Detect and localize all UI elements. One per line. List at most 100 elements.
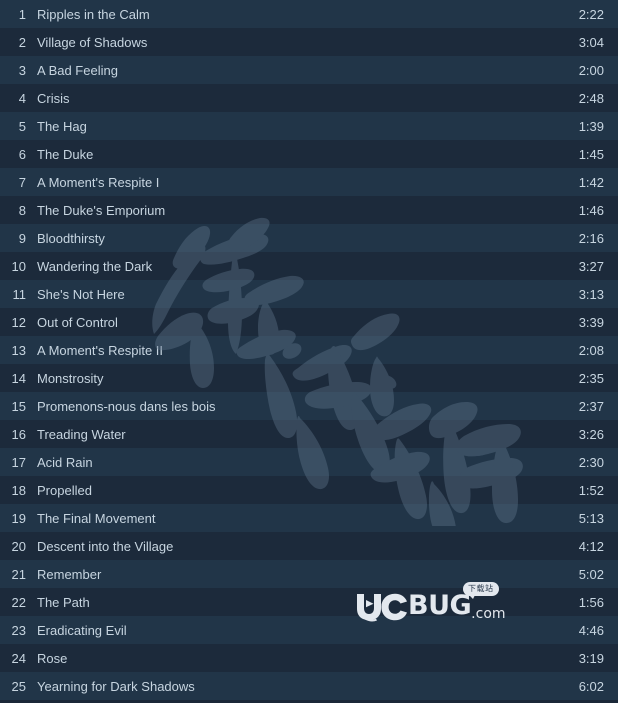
track-duration: 2:48 [578, 90, 604, 106]
track-duration: 2:22 [578, 6, 604, 22]
track-number: 18 [11, 482, 26, 498]
track-number: 1 [18, 6, 26, 22]
track-rows: 1 Ripples in the Calm 2:22 2 Village of Shad… [0, 0, 618, 700]
track-duration: 1:46 [578, 202, 604, 218]
track-row[interactable]: 17 Acid Rain 2:30 [0, 448, 618, 476]
track-title: Monstrosity [37, 370, 104, 386]
track-duration: 4:46 [578, 622, 604, 638]
track-number: 9 [18, 230, 26, 246]
track-row[interactable]: 14 Monstrosity 2:35 [0, 364, 618, 392]
track-number: 5 [18, 118, 26, 134]
track-row[interactable]: 24 Rose 3:19 [0, 644, 618, 672]
track-number: 15 [11, 398, 26, 414]
track-duration: 1:45 [578, 146, 604, 162]
track-title: The Hag [37, 118, 87, 134]
track-listing-panel: 1 Ripples in the Calm 2:22 2 Village of Shad… [0, 0, 618, 703]
track-number: 3 [18, 62, 26, 78]
track-title: The Final Movement [37, 510, 156, 526]
track-title: A Moment's Respite II [37, 342, 164, 358]
track-row[interactable]: 22 The Path 1:56 [0, 588, 618, 616]
track-title: The Path [37, 594, 90, 610]
track-title: Wandering the Dark [37, 258, 153, 274]
track-row[interactable]: 18 Propelled 1:52 [0, 476, 618, 504]
track-duration: 2:30 [578, 454, 604, 470]
track-title: Remember [37, 566, 102, 582]
track-row[interactable]: 2 Village of Shadows 3:04 [0, 28, 618, 56]
track-duration: 1:52 [578, 482, 604, 498]
track-number: 19 [11, 510, 26, 526]
track-duration: 1:56 [578, 594, 604, 610]
track-row[interactable]: 13 A Moment's Respite II 2:08 [0, 336, 618, 364]
track-duration: 3:26 [578, 426, 604, 442]
track-number: 14 [11, 370, 26, 386]
track-duration: 3:04 [578, 34, 604, 50]
track-row[interactable]: 4 Crisis 2:48 [0, 84, 618, 112]
track-number: 10 [11, 258, 26, 274]
track-row[interactable]: 15 Promenons-nous dans les bois 2:37 [0, 392, 618, 420]
track-title: Ripples in the Calm [37, 6, 150, 22]
track-title: Yearning for Dark Shadows [37, 678, 195, 694]
track-title: Eradicating Evil [37, 622, 127, 638]
track-duration: 1:39 [578, 118, 604, 134]
track-title: Treading Water [37, 426, 126, 442]
track-number: 12 [11, 314, 26, 330]
track-row[interactable]: 1 Ripples in the Calm 2:22 [0, 0, 618, 28]
track-row[interactable]: 21 Remember 5:02 [0, 560, 618, 588]
track-row[interactable]: 6 The Duke 1:45 [0, 140, 618, 168]
track-row[interactable]: 19 The Final Movement 5:13 [0, 504, 618, 532]
track-duration: 3:39 [578, 314, 604, 330]
track-duration: 4:12 [578, 538, 604, 554]
track-duration: 3:27 [578, 258, 604, 274]
track-number: 16 [11, 426, 26, 442]
track-number: 2 [18, 34, 26, 50]
track-duration: 1:42 [578, 174, 604, 190]
track-number: 7 [18, 174, 26, 190]
track-row[interactable]: 25 Yearning for Dark Shadows 6:02 [0, 672, 618, 700]
track-row[interactable]: 20 Descent into the Village 4:12 [0, 532, 618, 560]
track-title: The Duke [37, 146, 94, 162]
track-duration: 2:08 [578, 342, 604, 358]
track-duration: 3:19 [578, 650, 604, 666]
track-title: Rose [37, 650, 68, 666]
track-duration: 3:13 [578, 286, 604, 302]
track-row[interactable]: 5 The Hag 1:39 [0, 112, 618, 140]
track-number: 4 [18, 90, 26, 106]
track-title: Propelled [37, 482, 92, 498]
track-number: 13 [11, 342, 26, 358]
track-title: The Duke's Emporium [37, 202, 166, 218]
track-duration: 2:37 [578, 398, 604, 414]
track-number: 25 [11, 678, 26, 694]
track-row[interactable]: 11 She's Not Here 3:13 [0, 280, 618, 308]
track-row[interactable]: 12 Out of Control 3:39 [0, 308, 618, 336]
track-number: 21 [11, 566, 26, 582]
track-title: A Bad Feeling [37, 62, 118, 78]
track-title: Descent into the Village [37, 538, 174, 554]
track-title: Acid Rain [37, 454, 93, 470]
track-number: 20 [11, 538, 26, 554]
track-duration: 2:35 [578, 370, 604, 386]
track-row[interactable]: 3 A Bad Feeling 2:00 [0, 56, 618, 84]
track-row[interactable]: 9 Bloodthirsty 2:16 [0, 224, 618, 252]
track-title: Village of Shadows [37, 34, 148, 50]
track-number: 11 [12, 286, 27, 302]
track-row[interactable]: 16 Treading Water 3:26 [0, 420, 618, 448]
track-row[interactable]: 10 Wandering the Dark 3:27 [0, 252, 618, 280]
track-title: She's Not Here [37, 286, 125, 302]
track-duration: 2:00 [578, 62, 604, 78]
track-title: A Moment's Respite I [37, 174, 160, 190]
track-number: 6 [18, 146, 26, 162]
track-title: Out of Control [37, 314, 118, 330]
track-row[interactable]: 7 A Moment's Respite I 1:42 [0, 168, 618, 196]
track-duration: 5:02 [578, 566, 604, 582]
track-title: Crisis [37, 90, 70, 106]
track-row[interactable]: 23 Eradicating Evil 4:46 [0, 616, 618, 644]
track-number: 23 [11, 622, 26, 638]
track-row[interactable]: 8 The Duke's Emporium 1:46 [0, 196, 618, 224]
track-duration: 6:02 [578, 678, 604, 694]
track-duration: 5:13 [578, 510, 604, 526]
track-number: 17 [11, 454, 26, 470]
track-title: Promenons-nous dans les bois [37, 398, 216, 414]
track-number: 24 [11, 650, 26, 666]
track-number: 22 [11, 594, 26, 610]
track-duration: 2:16 [578, 230, 604, 246]
